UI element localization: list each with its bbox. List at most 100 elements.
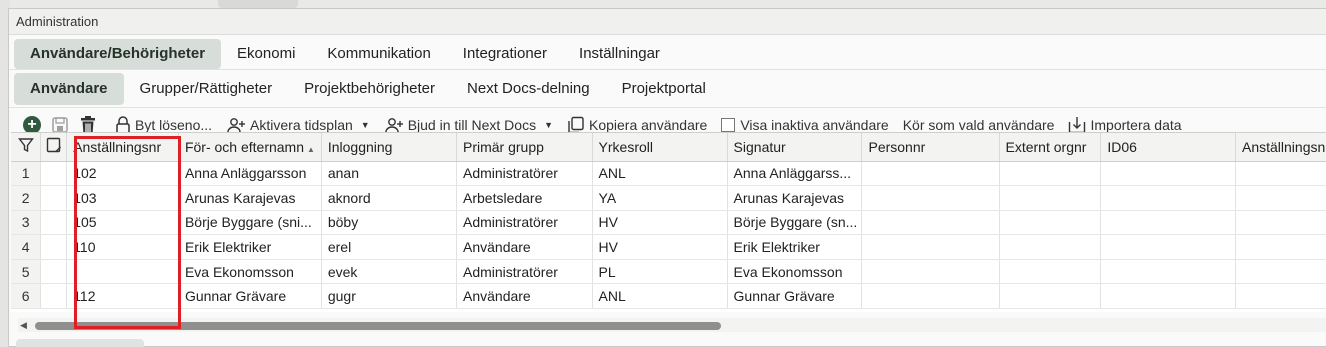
cell-employee-no-2[interactable] [1235, 234, 1326, 260]
cell-external-orgno[interactable] [999, 185, 1102, 211]
column-header-primary-group[interactable]: Primär grupp [456, 133, 593, 162]
cell-id06[interactable] [1100, 234, 1236, 260]
cell-job-role[interactable]: HV [592, 210, 728, 236]
cell-full-name[interactable]: Erik Elektriker [178, 234, 322, 260]
cell-login[interactable]: anan [321, 161, 458, 187]
cell-primary-group[interactable]: Administratörer [456, 259, 593, 285]
header-row: Anställningsnr För- och efternamn ▲ Inlog… [11, 133, 1326, 162]
cell-signature[interactable]: Börje Byggare (sn... [727, 210, 863, 236]
tab-communication[interactable]: Kommunikation [311, 39, 446, 69]
cell-full-name[interactable]: Arunas Karajevas [178, 185, 322, 211]
cell-id06[interactable] [1100, 259, 1236, 285]
cell-full-name[interactable]: Börje Byggare (sni... [178, 210, 322, 236]
table-row[interactable]: 3 105 Börje Byggare (sni... böby Administrat… [11, 210, 1326, 236]
cell-personal-no[interactable] [861, 161, 1000, 187]
cell-personal-no[interactable] [861, 210, 1000, 236]
cell-job-role[interactable]: ANL [592, 283, 728, 310]
column-header-external-orgno[interactable]: Externt orgnr [999, 133, 1102, 162]
cell-job-role[interactable]: PL [592, 259, 728, 285]
cell-id06[interactable] [1100, 185, 1236, 211]
cell-employee-no[interactable]: 110 [66, 234, 179, 260]
cell-personal-no[interactable] [861, 185, 1000, 211]
cell-employee-no-2[interactable] [1235, 259, 1326, 285]
column-header-job-role[interactable]: Yrkesroll [592, 133, 728, 162]
cell-job-role[interactable]: YA [592, 185, 728, 211]
table-row[interactable]: 6 112 Gunnar Grävare gugr Användare ANL Gunnar… [11, 283, 1326, 310]
tab-settings[interactable]: Inställningar [563, 39, 676, 69]
tab-project-permissions[interactable]: Projektbehörigheter [288, 73, 451, 105]
tab-users-permissions[interactable]: Användare/Behörigheter [14, 39, 222, 69]
tab-project-portal[interactable]: Projektportal [606, 73, 722, 105]
cell-employee-no[interactable]: 112 [66, 283, 179, 310]
cell-job-role[interactable]: ANL [592, 161, 728, 187]
cell-signature[interactable]: Erik Elektriker [727, 234, 863, 260]
cell-employee-no[interactable]: 103 [66, 185, 179, 211]
cell-employee-no-2[interactable] [1235, 161, 1326, 187]
cell-personal-no[interactable] [861, 283, 1000, 310]
column-header-employee-no-2[interactable]: Anställningsnr [1235, 133, 1326, 162]
cell-full-name[interactable]: Gunnar Grävare [178, 283, 322, 310]
cell-external-orgno[interactable] [999, 234, 1102, 260]
cell-login[interactable]: erel [321, 234, 458, 260]
cell-login[interactable]: aknord [321, 185, 458, 211]
table-row[interactable]: 4 110 Erik Elektriker erel Användare HV Erik E… [11, 234, 1326, 260]
cell-signature[interactable]: Gunnar Grävare [727, 283, 863, 310]
cell-full-name[interactable]: Eva Ekonomsson [178, 259, 322, 285]
table-row[interactable]: 5 Eva Ekonomsson evek Administratörer PL Eva … [11, 259, 1326, 285]
column-header-signature[interactable]: Signatur [727, 133, 863, 162]
tab-groups-rights[interactable]: Grupper/Rättigheter [124, 73, 289, 105]
cell-external-orgno[interactable] [999, 210, 1102, 236]
cell-id06[interactable] [1100, 210, 1236, 236]
cell-signature[interactable]: Anna Anläggarss... [727, 161, 863, 187]
cell-id06[interactable] [1100, 283, 1236, 310]
show-inactive-checkbox[interactable] [721, 118, 736, 132]
cell-employee-no-2[interactable] [1235, 283, 1326, 310]
cell-full-name[interactable]: Anna Anläggarsson [178, 161, 322, 187]
invite-next-docs-button[interactable]: Bjud in till Next Docs ▼ [384, 117, 553, 133]
row-number: 1 [11, 161, 42, 187]
cell-employee-no[interactable]: 105 [66, 210, 179, 236]
cell-primary-group[interactable]: Administratörer [456, 161, 593, 187]
column-header-id06[interactable]: ID06 [1100, 133, 1236, 162]
cell-login[interactable]: evek [321, 259, 458, 285]
column-header-login[interactable]: Inloggning [321, 133, 458, 162]
activate-schedule-button[interactable]: Aktivera tidsplan ▼ [226, 117, 370, 133]
filter-header[interactable] [11, 133, 42, 162]
column-header-personal-no[interactable]: Personnr [861, 133, 1000, 162]
table-row[interactable]: 2 103 Arunas Karajevas aknord Arbetsledare YA… [11, 185, 1326, 211]
tab-integrations[interactable]: Integrationer [447, 39, 563, 69]
horizontal-scrollbar[interactable]: ◀ [18, 318, 1326, 332]
cell-primary-group[interactable]: Arbetsledare [456, 185, 593, 211]
cell-employee-no-2[interactable] [1235, 185, 1326, 211]
edit-header[interactable] [40, 133, 68, 162]
cell-id06[interactable] [1100, 161, 1236, 187]
cell-signature[interactable]: Arunas Karajevas [727, 185, 863, 211]
cell-login[interactable]: gugr [321, 283, 458, 310]
cell-primary-group[interactable]: Användare [456, 283, 593, 310]
cell-primary-group[interactable]: Användare [456, 234, 593, 260]
cell-employee-no[interactable]: 102 [66, 161, 179, 187]
cell-primary-group[interactable]: Administratörer [456, 210, 593, 236]
tab-users[interactable]: Användare [14, 73, 124, 105]
column-header-full-name[interactable]: För- och efternamn ▲ [178, 133, 322, 162]
cell-external-orgno[interactable] [999, 161, 1102, 187]
cell-job-role[interactable]: HV [592, 234, 728, 260]
cell-employee-no-2[interactable] [1235, 210, 1326, 236]
column-header-employee-no[interactable]: Anställningsnr [66, 133, 179, 162]
tab-next-docs-sharing[interactable]: Next Docs-delning [451, 73, 606, 105]
cell-employee-no[interactable] [66, 259, 179, 285]
cell-personal-no[interactable] [861, 234, 1000, 260]
cell-personal-no[interactable] [861, 259, 1000, 285]
cell-login[interactable]: böby [321, 210, 458, 236]
run-as-user-button[interactable]: Kör som vald användare [903, 117, 1055, 133]
table-row[interactable]: 1 102 Anna Anläggarsson anan Administratörer… [11, 161, 1326, 187]
scroll-thumb[interactable] [35, 322, 721, 330]
edit-note-icon [46, 138, 61, 153]
cell-external-orgno[interactable] [999, 283, 1102, 310]
cell-external-orgno[interactable] [999, 259, 1102, 285]
tab-economy[interactable]: Ekonomi [221, 39, 311, 69]
show-inactive-toggle[interactable]: Visa inaktiva användare [721, 117, 889, 133]
row-number: 6 [11, 283, 42, 310]
cell-signature[interactable]: Eva Ekonomsson [727, 259, 863, 285]
scroll-left-icon[interactable]: ◀ [20, 320, 27, 331]
